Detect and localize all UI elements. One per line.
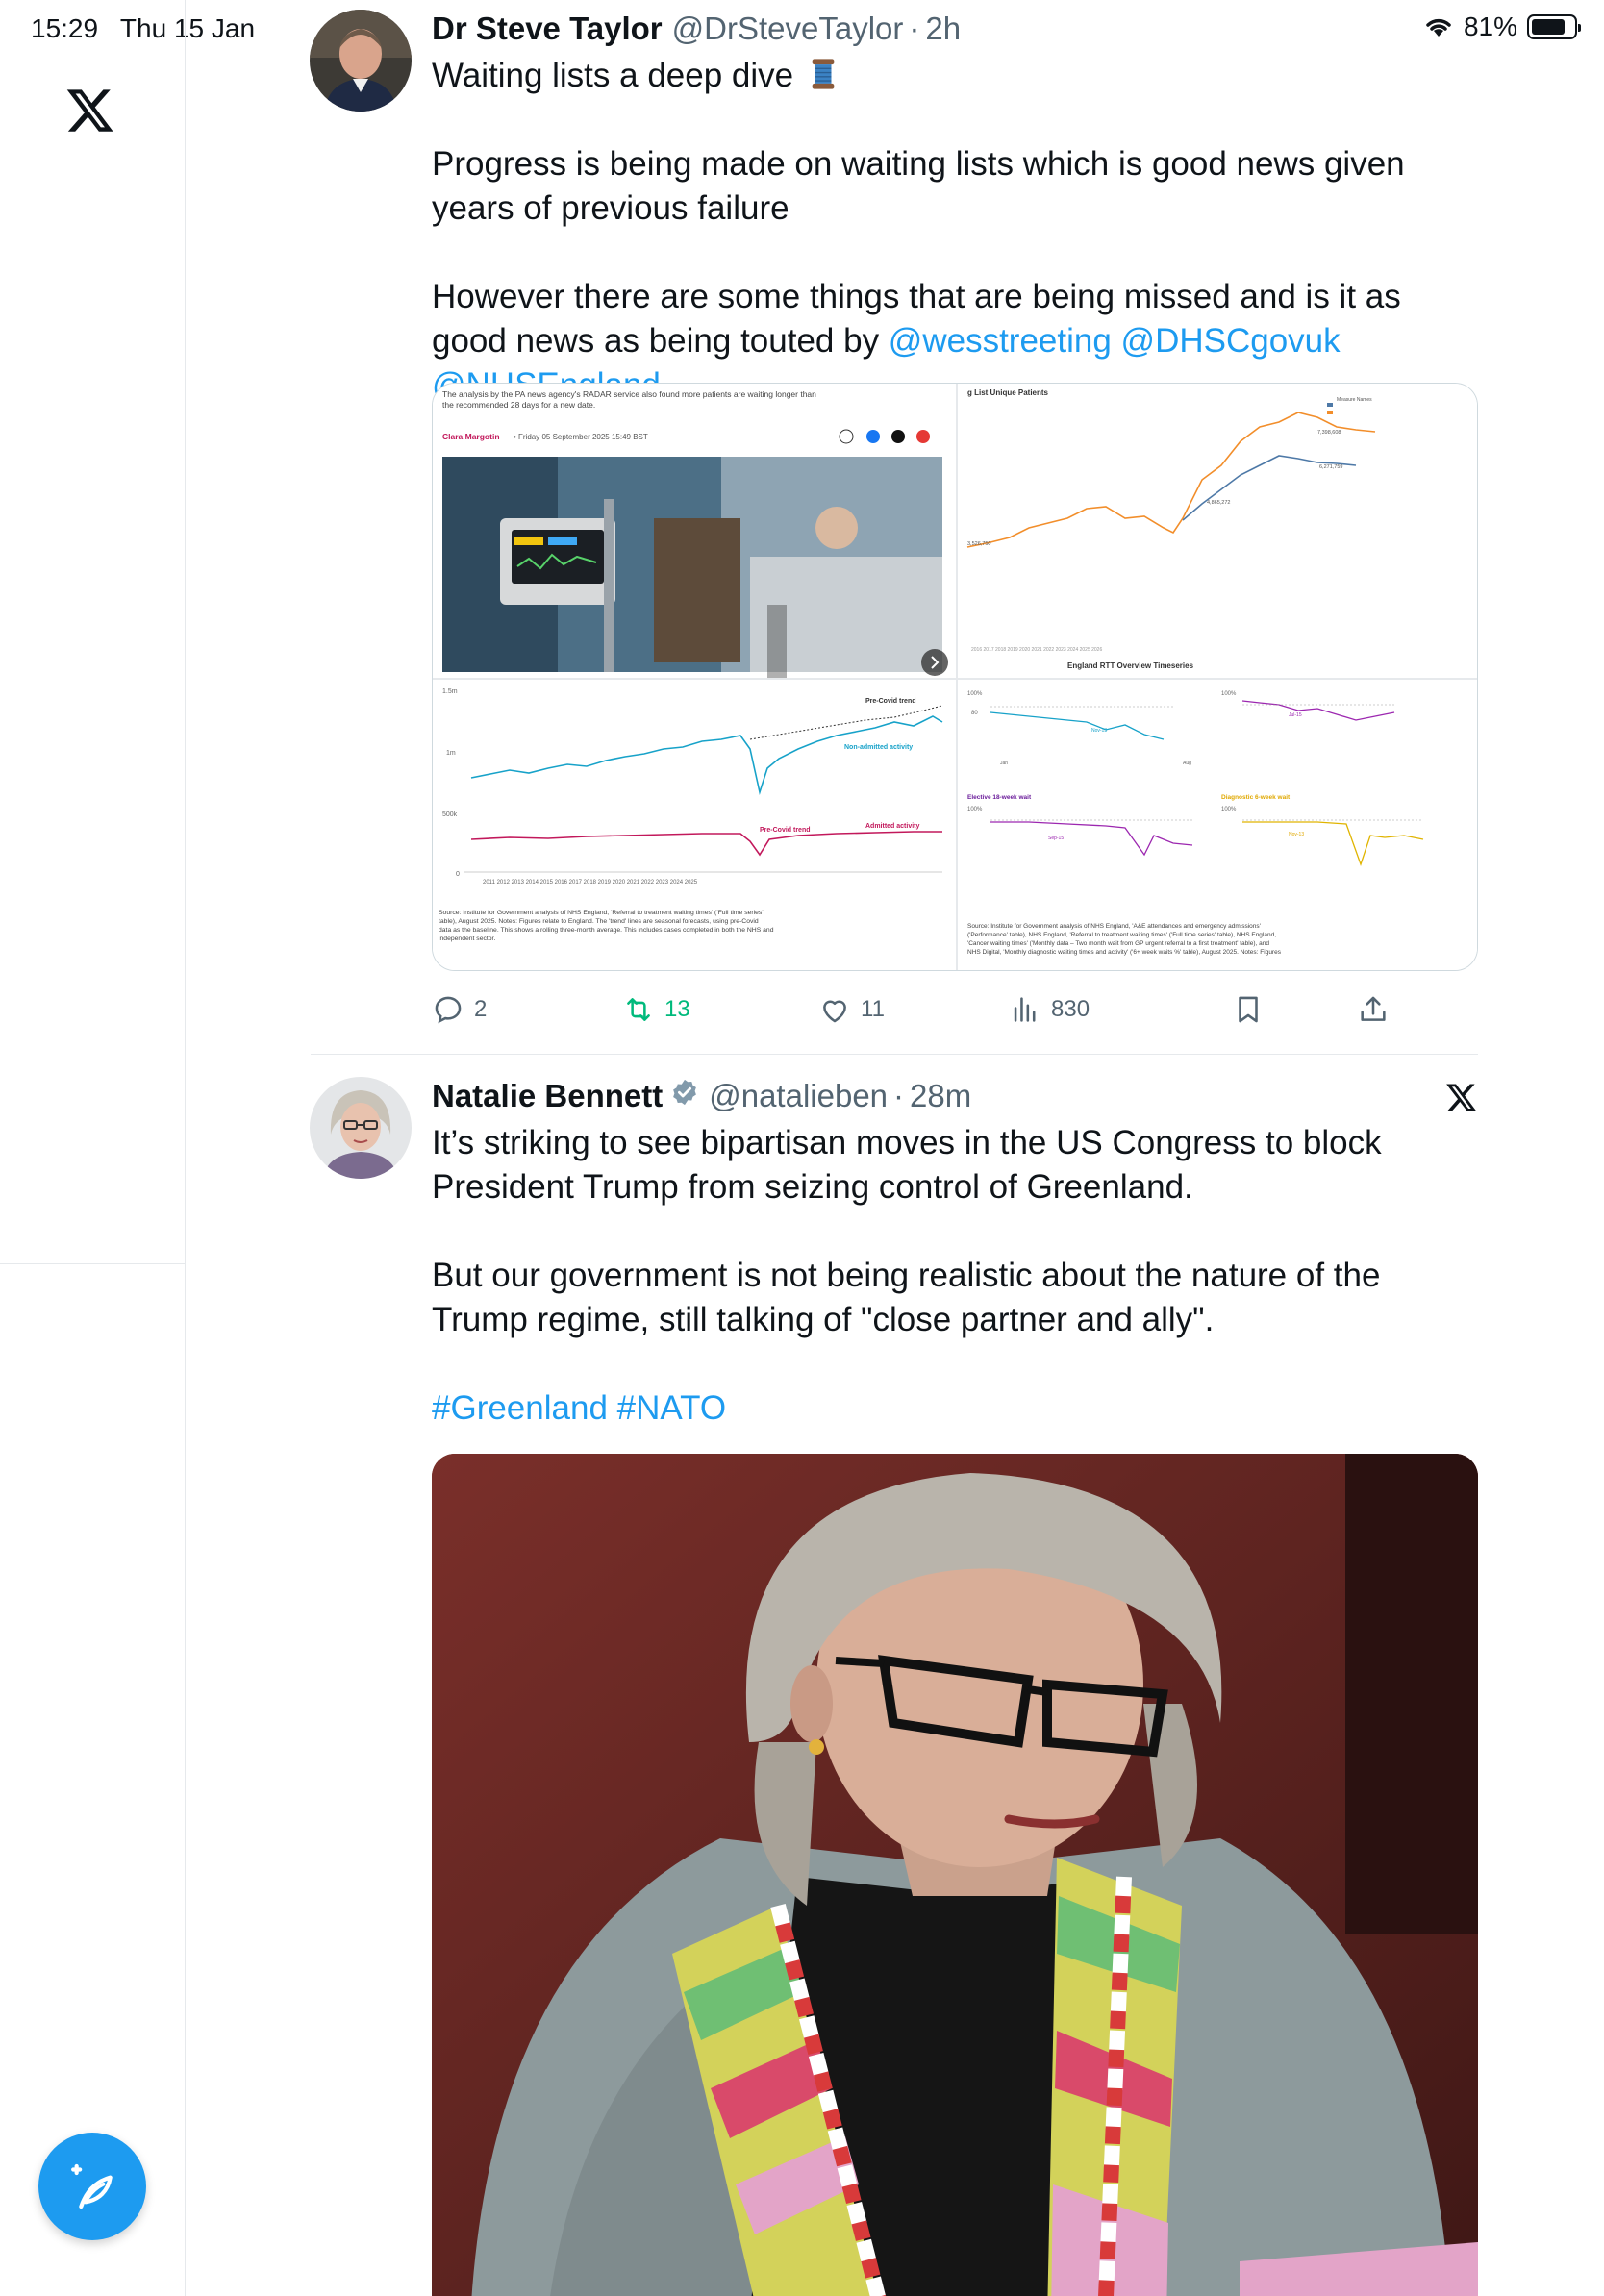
source-left-line-2: table), August 2025. Notes: Figures rela…	[439, 918, 759, 925]
small-chart-1-y-axis: 80	[971, 711, 978, 716]
author-handle[interactable]: @DrSteveTaylor	[672, 10, 904, 48]
article-email-icon	[916, 430, 930, 443]
x-logo-icon[interactable]	[65, 85, 115, 135]
small-chart-3-x-label-start: Jan	[1000, 761, 1008, 766]
source-right-line-4: NHS Digital, 'Monthly diagnostic waiting…	[967, 949, 1282, 956]
post-video-thumbnail[interactable]	[432, 1454, 1478, 2296]
like-count: 11	[861, 996, 885, 1022]
activity-y-label-0: 0	[456, 871, 460, 878]
activity-y-label-500k: 500k	[442, 811, 458, 818]
post-time[interactable]: 2h	[925, 10, 961, 48]
bookmark-icon	[1239, 996, 1258, 1023]
article-dateline: • Friday 05 September 2025 15:49 BST	[514, 433, 648, 441]
side-rail	[0, 0, 186, 2296]
admitted-activity-label: Admitted activity	[865, 823, 920, 830]
views-button[interactable]: 830	[1009, 993, 1090, 1026]
activity-y-label-1-5m: 1.5m	[442, 688, 458, 695]
repost-count: 13	[664, 996, 690, 1022]
waiting-list-value-label-1: 7,398,608	[1317, 430, 1341, 436]
source-right-line-1: Source: Institute for Government analysi…	[967, 923, 1261, 930]
author-handle[interactable]: @natalieben	[709, 1077, 888, 1115]
waiting-list-chart-title: g List Unique Patients	[967, 388, 1049, 397]
avatar[interactable]	[310, 1077, 412, 1179]
small-chart-1-annotation: Nov-13	[1091, 728, 1107, 734]
compose-button[interactable]	[38, 2133, 146, 2240]
waiting-list-x-axis: 2016 2017 2018 2019 2020 2021 2022 2023 …	[971, 647, 1102, 653]
post-actions: 2 13 11 830	[432, 988, 1386, 1031]
article-byline: Clara Margotin	[442, 432, 500, 441]
article-x-icon	[891, 430, 905, 443]
small-chart-2-y-label: 100%	[1221, 691, 1237, 697]
source-left-line-4: independent sector.	[439, 936, 495, 942]
separator-dot: ·	[909, 11, 920, 46]
battery-icon	[1527, 14, 1581, 39]
views-chart-icon	[1014, 997, 1036, 1022]
post-natalie-bennett[interactable]: Natalie Bennett @natalieben · 28m It’s s…	[310, 1077, 1478, 2296]
waiting-list-legend: Measure Names	[1337, 397, 1372, 403]
compose-feather-icon	[71, 2163, 113, 2209]
source-left-line-1: Source: Institute for Government analysi…	[439, 910, 764, 916]
article-caption-line-1: The analysis by the PA news agency's RAD…	[442, 389, 816, 399]
collage-graphic: The analysis by the PA news agency's RAD…	[433, 384, 1477, 970]
thread-spool-icon	[812, 59, 835, 89]
small-chart-2-annotation: Jul-15	[1289, 712, 1302, 718]
activity-x-axis: 2011 2012 2013 2014 2015 2016 2017 2018 …	[483, 880, 698, 886]
source-right-line-3: 'Cancer waiting times' ('Monthly data – …	[967, 940, 1269, 947]
post-text: It’s striking to see bipartisan moves in…	[432, 1121, 1478, 1431]
small-chart-1-y-label: 100%	[967, 691, 983, 697]
article-caption-line-2: the recommended 28 days for a new date.	[442, 400, 595, 410]
small-chart-3-x-label-end: Aug	[1183, 761, 1191, 766]
repost-button[interactable]: 13	[622, 993, 690, 1026]
post-text: Waiting lists a deep dive Progress is be…	[432, 54, 1478, 408]
pre-covid-trend-label-admitted: Pre-Covid trend	[760, 827, 811, 834]
author-name[interactable]: Natalie Bennett	[432, 1077, 663, 1115]
post-paragraph-1: It’s striking to see bipartisan moves in…	[432, 1124, 1382, 1206]
heart-icon	[823, 1000, 846, 1023]
small-chart-4-annotation: Nov-13	[1289, 832, 1304, 837]
post-time[interactable]: 28m	[910, 1077, 971, 1115]
views-count: 830	[1051, 996, 1090, 1022]
pre-covid-trend-label: Pre-Covid trend	[865, 698, 916, 705]
video-frame	[432, 1454, 1478, 2296]
share-icon	[1361, 996, 1386, 1021]
share-button[interactable]	[1357, 993, 1390, 1026]
mention-wesstreeting[interactable]: @wesstreeting	[889, 322, 1112, 360]
small-chart-3-annotation: Sep-15	[1048, 836, 1064, 841]
verified-badge-icon	[673, 1079, 697, 1106]
non-admitted-activity-label: Non-admitted activity	[844, 744, 913, 751]
waiting-list-value-label-4: 3,526,750	[967, 541, 990, 547]
small-chart-3-title: Elective 18-week wait	[967, 794, 1032, 801]
post-steve-taylor[interactable]: Dr Steve Taylor @DrSteveTaylor · 2h Wait…	[310, 10, 1478, 1031]
small-chart-3-y-label: 100%	[967, 807, 983, 812]
separator-dot: ·	[893, 1078, 905, 1113]
bookmark-button[interactable]	[1232, 993, 1265, 1026]
small-chart-4-y-label: 100%	[1221, 807, 1237, 812]
post-paragraph-2: But our government is not being realisti…	[432, 1257, 1381, 1338]
waiting-list-value-label-3: 4,865,272	[1207, 500, 1230, 506]
source-left-line-3: data as the baseline. This shows a rolli…	[439, 927, 774, 934]
reply-icon	[435, 996, 462, 1024]
mention-dhscgovuk[interactable]: @DHSCgovuk	[1121, 322, 1341, 360]
rtt-overview-title: England RTT Overview Timeseries	[1067, 661, 1194, 670]
carousel-next-icon	[921, 649, 948, 676]
small-chart-4-title: Diagnostic 6-week wait	[1221, 794, 1291, 801]
reply-button[interactable]: 2	[432, 993, 487, 1026]
source-right-line-2: ('Performance' table), NHS England, 'Ref…	[967, 932, 1276, 938]
avatar[interactable]	[310, 10, 412, 112]
dismiss-x-icon[interactable]	[1445, 1081, 1478, 1113]
waiting-list-value-label-2: 6,271,759	[1319, 464, 1342, 470]
like-button[interactable]: 11	[818, 993, 885, 1026]
post-divider	[311, 1054, 1478, 1055]
article-facebook-icon	[866, 430, 880, 443]
post-line-1: Waiting lists a deep dive	[432, 57, 794, 94]
rail-divider	[0, 1263, 186, 1264]
hashtags[interactable]: #Greenland #NATO	[432, 1386, 1478, 1431]
activity-y-label-1m: 1m	[446, 750, 456, 757]
post-paragraph-2: Progress is being made on waiting lists …	[432, 145, 1405, 227]
reply-count: 2	[474, 996, 488, 1022]
author-name[interactable]: Dr Steve Taylor	[432, 10, 663, 48]
post-image-collage[interactable]: The analysis by the PA news agency's RAD…	[432, 383, 1478, 971]
repost-icon	[627, 998, 650, 1021]
